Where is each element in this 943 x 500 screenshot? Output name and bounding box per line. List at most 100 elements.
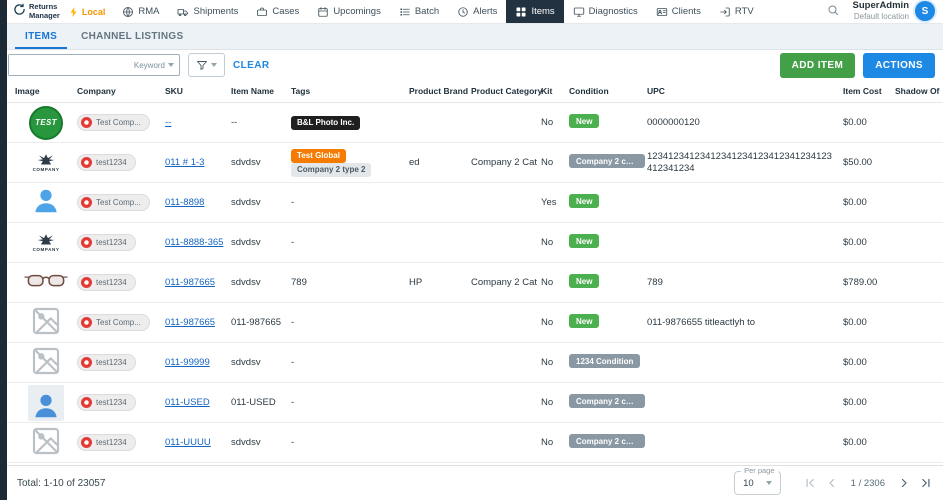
nav-item-items[interactable]: Items	[506, 0, 564, 23]
sku-link[interactable]: 011-987665	[165, 317, 215, 328]
sku-cell: 011-8888-365	[165, 237, 231, 248]
company-chip[interactable]: test1234	[77, 154, 136, 171]
add-item-button[interactable]: ADD ITEM	[779, 52, 856, 78]
table-row[interactable]: test1234 011-99999 sdvdsv - No 1234 Condition…	[7, 343, 943, 383]
tab-channel-listings[interactable]: CHANNEL LISTINGS	[71, 24, 193, 49]
tab-items[interactable]: ITEMS	[15, 24, 68, 49]
sku-cell: 011-8898	[165, 197, 231, 208]
company-chip[interactable]: Test Comp...	[77, 114, 150, 131]
last-page-button[interactable]	[919, 476, 933, 490]
nav-item-diagnostics[interactable]: Diagnostics	[564, 0, 647, 23]
search-box[interactable]: Keyword	[8, 54, 180, 76]
condition-badge: Company 2 condition	[569, 434, 645, 448]
nav-item-upcomings[interactable]: Upcomings	[308, 0, 390, 23]
sku-link[interactable]: 011-8898	[165, 197, 204, 208]
nav-item-label: Batch	[414, 6, 440, 17]
condition-cell: New	[569, 274, 647, 291]
table-row[interactable]: test1234 011-USED 011-USED - No Company 2 con…	[7, 383, 943, 423]
upc-cell: 1234123412341234123412341234123412341234…	[647, 150, 832, 174]
column-header: Product Category	[471, 86, 543, 96]
next-page-button[interactable]	[897, 476, 911, 490]
user-text: SuperAdmin Default location	[853, 1, 909, 22]
company-chip[interactable]: test1234	[77, 234, 136, 251]
nav-item-label: Cases	[272, 6, 300, 17]
sku-link[interactable]: 011 # 1-3	[165, 157, 204, 168]
no-image-icon	[30, 425, 62, 460]
item-name-cell: sdvdsv	[231, 357, 261, 368]
table-body: TEST Test Comp... -- -- B&L Photo Inc. No New 0…	[7, 103, 943, 465]
sku-cell: 011-USED	[165, 397, 231, 408]
sku-link[interactable]: 011-UUUU	[165, 437, 211, 448]
tag-chip: Company 2 type 2	[291, 162, 372, 177]
table-row[interactable]: COMPANY test1234 011 # 1-3 sdvdsv Test Globa…	[7, 143, 943, 183]
sku-link[interactable]: 011-8888-365	[165, 237, 223, 248]
image-cell: COMPANY	[15, 233, 77, 252]
item-cost-cell: $0.00	[843, 197, 867, 208]
main-area: Returns Manager Local RMA Shipments Cases U…	[7, 0, 943, 500]
toolbar: Keyword CLEAR ADD ITEM ACTIONS	[7, 50, 943, 80]
product-brand-cell: ed	[409, 157, 420, 168]
nav-item-shipments[interactable]: Shipments	[168, 0, 247, 23]
company-chip[interactable]: test1234	[77, 394, 136, 411]
search-icon[interactable]	[827, 3, 839, 21]
lightning-icon	[68, 6, 80, 18]
table-row[interactable]: Test Comp... 011-987665 011-987665- No New 01…	[7, 303, 943, 343]
company-chip[interactable]: test1234	[77, 354, 136, 371]
tab-label: CHANNEL LISTINGS	[81, 31, 184, 42]
user-menu[interactable]: SuperAdmin Default location S	[853, 1, 935, 22]
company-logo-icon	[81, 157, 92, 168]
table-row[interactable]: test1234 011-UUUU sdvdsv - No Company 2 condi…	[7, 423, 943, 463]
condition-badge: New	[569, 314, 600, 328]
column-header: SKU	[165, 86, 183, 96]
nav-item-rtv[interactable]: RTV	[710, 0, 763, 23]
company-chip[interactable]: test1234	[77, 434, 136, 451]
nav-item-batch[interactable]: Batch	[390, 0, 448, 23]
table-row[interactable]: COMPANY test1234 011-8888-365 sdvdsv - No New $…	[7, 223, 943, 263]
truck-icon	[177, 6, 189, 18]
company-logo-icon	[81, 397, 92, 408]
tags-cell: -	[291, 437, 409, 448]
sku-cell: 011 # 1-3	[165, 157, 231, 168]
table-row[interactable]: test1234 011-987665 sdvdsv 789 HP Company 2 C…	[7, 263, 943, 303]
condition-badge: New	[569, 274, 600, 288]
user-location: Default location	[853, 12, 909, 22]
nav-item-alerts[interactable]: Alerts	[448, 0, 506, 23]
condition-cell: New	[569, 114, 647, 131]
tag-chip: -	[291, 437, 295, 448]
per-page-select[interactable]: Per page 10	[734, 466, 781, 495]
search-input[interactable]	[9, 55, 129, 75]
item-cost-cell: $0.00	[843, 437, 867, 448]
company-chip[interactable]: test1234	[77, 274, 136, 291]
company-chip[interactable]: Test Comp...	[77, 314, 150, 331]
nav-item-cases[interactable]: Cases	[247, 0, 308, 23]
table-row[interactable]: Test Comp... 011-8898 sdvdsv - Yes New $0.00	[7, 183, 943, 223]
app-logo[interactable]: Returns Manager	[13, 0, 64, 23]
company-chip[interactable]: Test Comp...	[77, 194, 150, 211]
column-header: Image	[15, 86, 40, 96]
keyword-select[interactable]: Keyword	[129, 61, 179, 70]
clear-button[interactable]: CLEAR	[233, 60, 269, 71]
table-row[interactable]: TEST Test Comp... -- -- B&L Photo Inc. No New 0…	[7, 103, 943, 143]
sku-link[interactable]: 011-USED	[165, 397, 210, 408]
sku-link[interactable]: 011-99999	[165, 357, 210, 368]
tags-cell: Test GlobalCompany 2 type 2	[291, 148, 409, 177]
sku-link[interactable]: 011-987665	[165, 277, 215, 288]
nav-item-rma[interactable]: RMA	[113, 0, 168, 23]
footer-right: Per page 10 1 / 2306	[734, 466, 933, 495]
person-image-icon	[31, 186, 61, 219]
sku-link[interactable]: --	[165, 117, 171, 128]
kit-cell: No	[541, 357, 554, 368]
monitor-icon	[573, 6, 585, 18]
image-cell: COMPANY	[15, 153, 77, 172]
nav-item-clients[interactable]: Clients	[647, 0, 710, 23]
tag-chip: -	[291, 397, 295, 408]
item-name-cell: --	[231, 117, 238, 128]
actions-button[interactable]: ACTIONS	[863, 52, 935, 78]
avatar[interactable]: S	[915, 1, 935, 22]
previous-page-button[interactable]	[825, 476, 839, 490]
condition-badge: Company 2 condition	[569, 394, 645, 408]
nav-items: RMA Shipments Cases Upcomings Batch Alerts Ite…	[113, 0, 762, 23]
sku-cell: --	[165, 117, 231, 128]
first-page-button[interactable]	[803, 476, 817, 490]
filter-button[interactable]	[188, 53, 225, 77]
